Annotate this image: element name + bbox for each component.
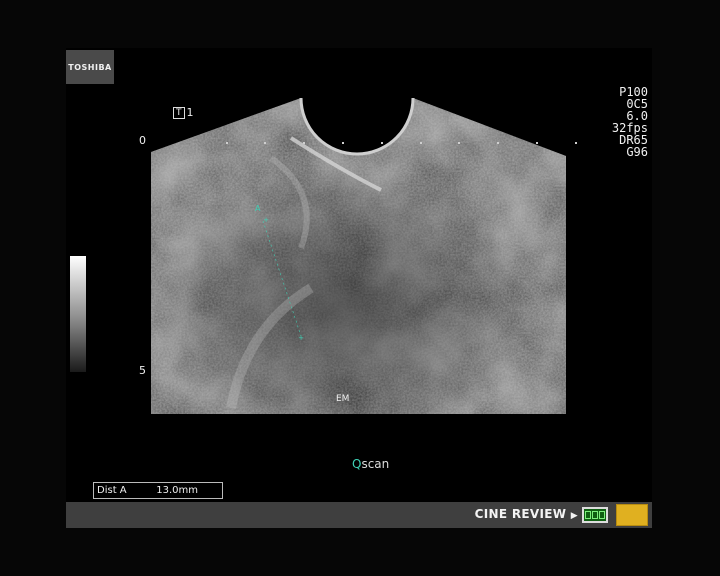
scan-parameters: P100 0C5 6.0 32fps DR65 G96 (612, 86, 648, 158)
caliper-start-icon: + (263, 216, 269, 224)
top-bar: TOSHIBA (66, 48, 652, 84)
brand-logo: TOSHIBA (66, 50, 114, 84)
ultrasound-screen: TOSHIBA P100 0C5 6.0 32fps DR65 G96 T 1 … (66, 48, 652, 528)
region-label: EM (336, 394, 349, 404)
depth-label-bottom: 5 (139, 364, 146, 377)
grayscale-bar-icon (70, 256, 86, 372)
play-arrow-icon: ▶ (570, 511, 578, 521)
ultrasound-image: + + A EM (151, 98, 566, 414)
measurement-value: 13.0mm (156, 485, 198, 496)
param-gain: G96 (626, 145, 648, 159)
qscan-text: scan (361, 457, 390, 471)
top-scale-dots (217, 142, 637, 146)
depth-label-top: 0 (139, 134, 146, 147)
caliper-marker: A (255, 204, 261, 213)
measurement-box: Dist A 13.0mm (93, 482, 223, 499)
measurement-name: Dist A (97, 485, 127, 496)
cine-review-label: CINE REVIEW (474, 507, 567, 521)
caliper-end-icon: + (298, 334, 304, 342)
patient-info-bar (114, 50, 652, 84)
probe-icon[interactable] (616, 504, 648, 526)
cine-review-button[interactable]: CINE REVIEW ▶ (475, 507, 578, 521)
bottom-bar: CINE REVIEW ▶ (66, 502, 652, 528)
qscan-label: Qscan (352, 457, 389, 471)
cine-review-icon[interactable] (582, 507, 608, 523)
